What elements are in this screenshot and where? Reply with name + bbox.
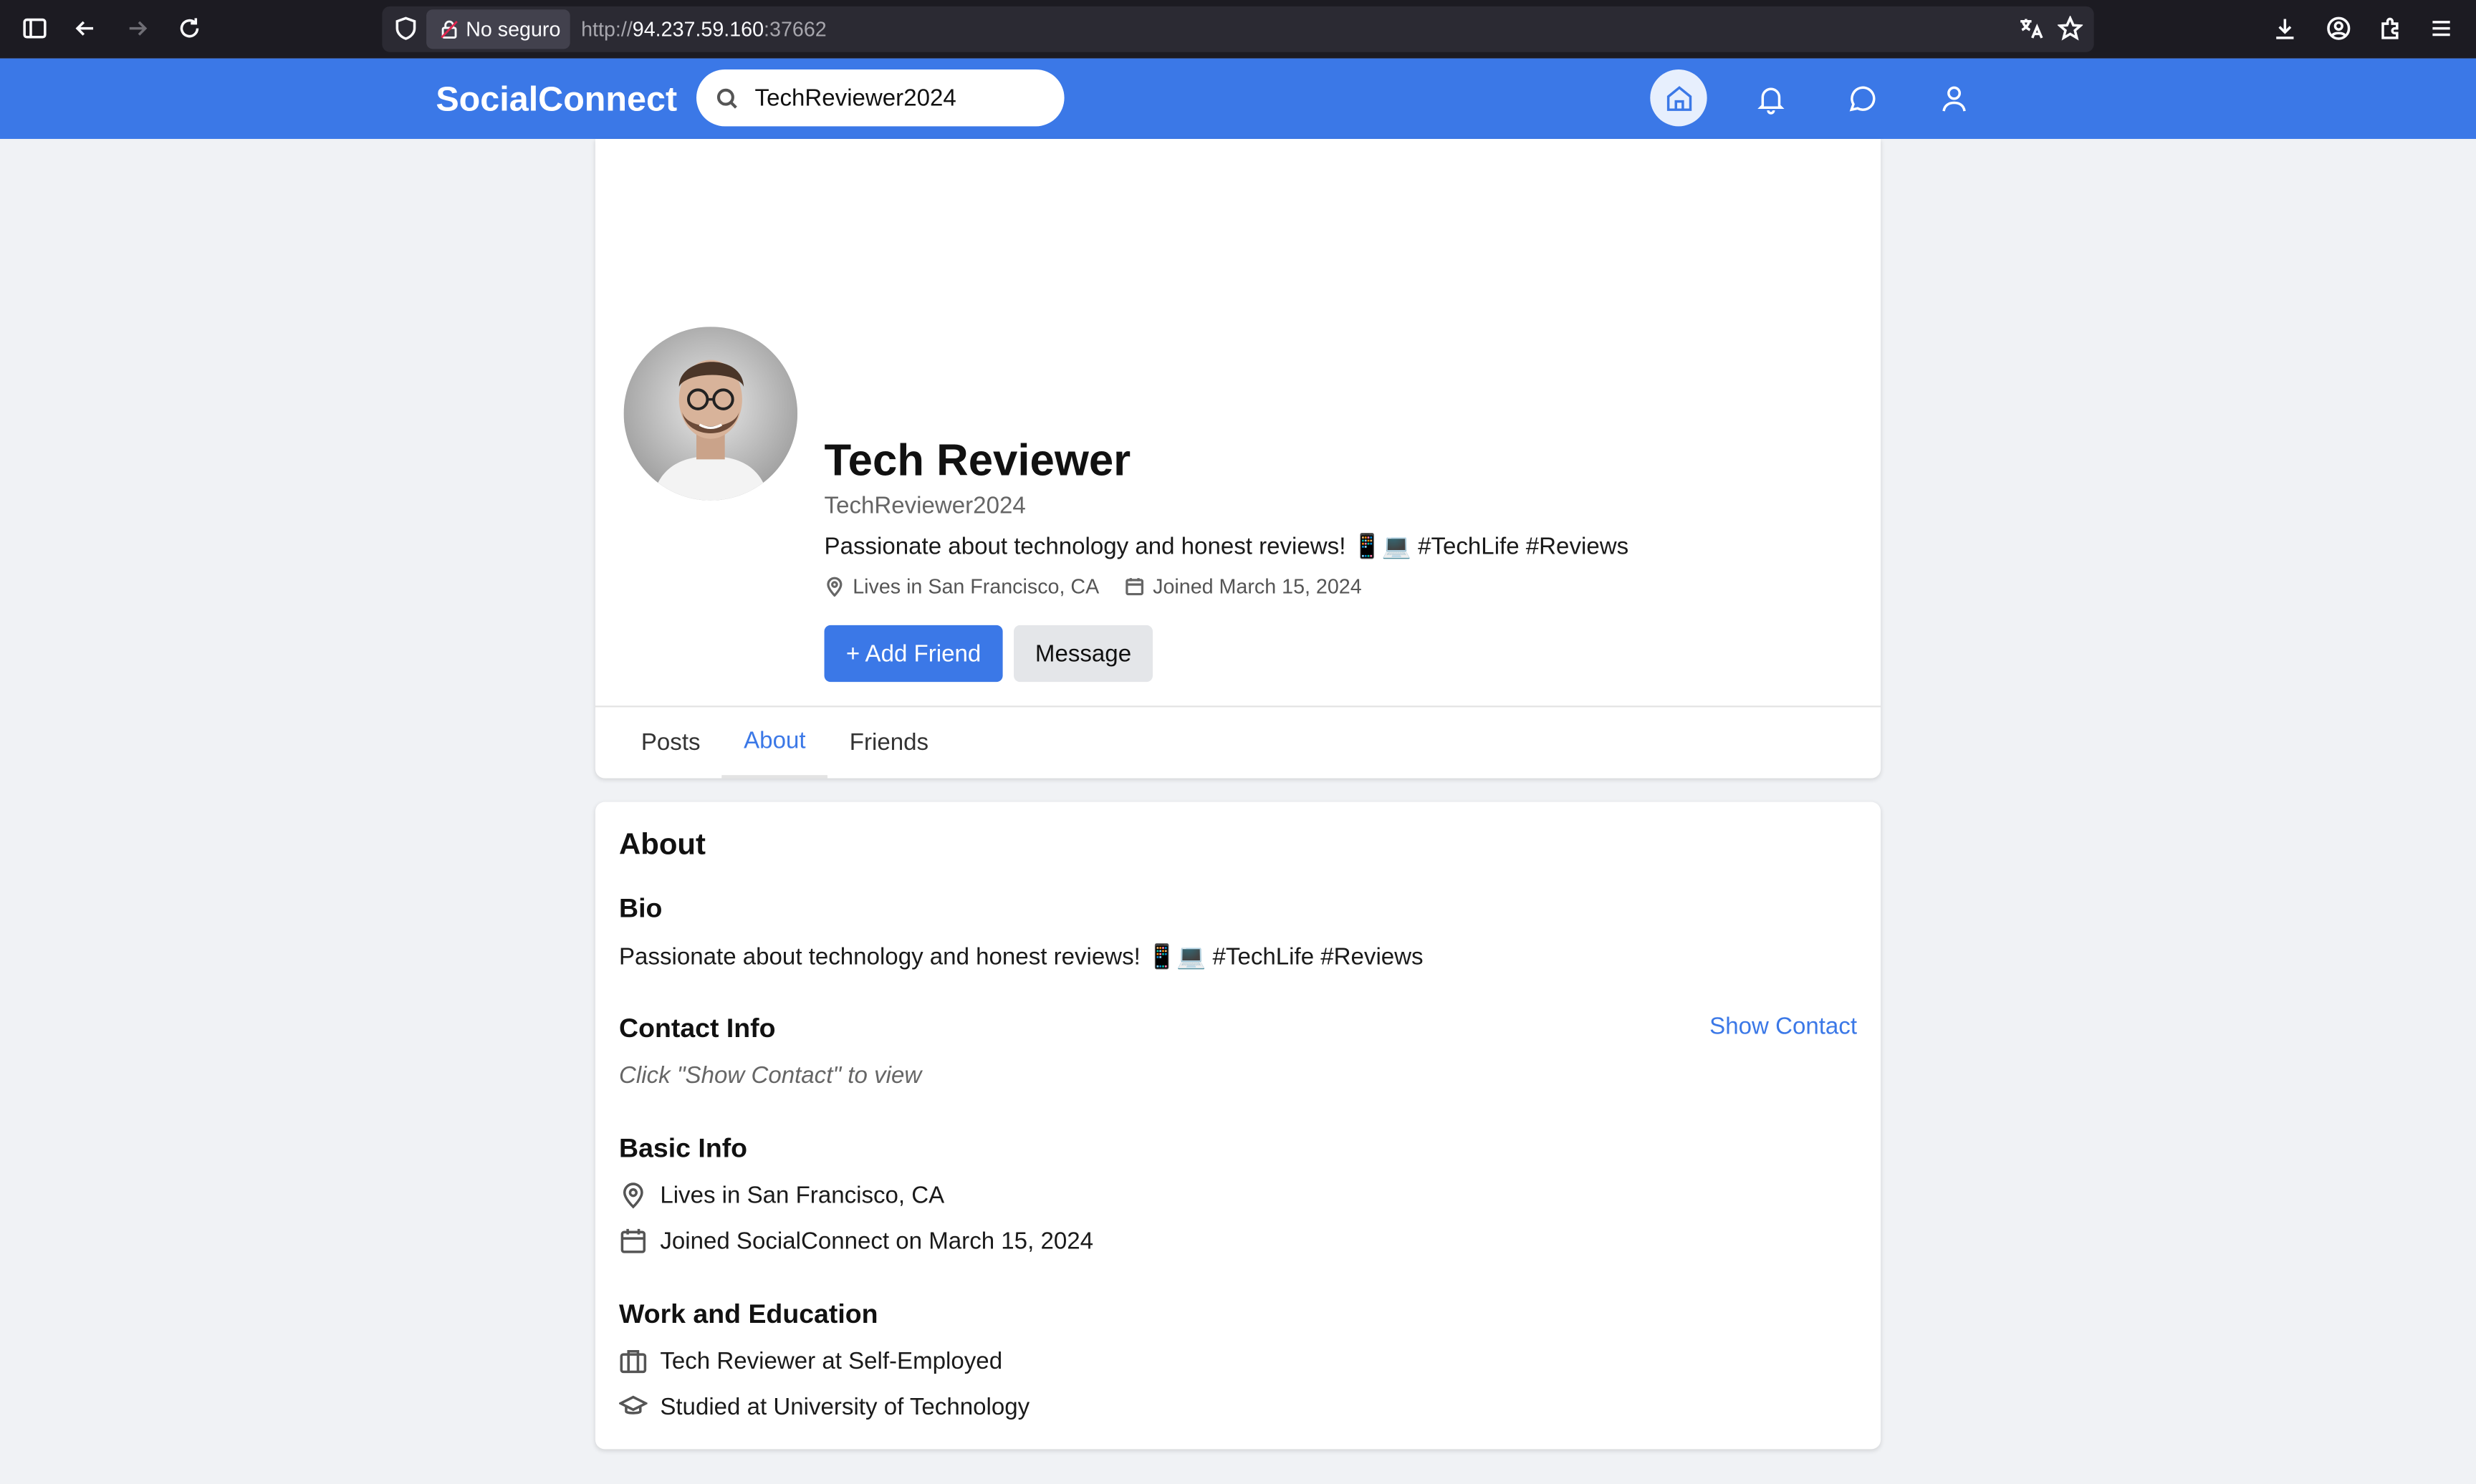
forward-icon[interactable] — [123, 14, 152, 43]
translate-icon[interactable] — [2017, 14, 2045, 43]
profile-bio: Passionate about technology and honest r… — [824, 533, 1629, 561]
avatar-photo — [623, 327, 798, 501]
calendar-icon — [1126, 578, 1144, 596]
add-friend-button[interactable]: + Add Friend — [824, 625, 1003, 683]
about-title: About — [619, 829, 706, 862]
profile-name: Tech Reviewer — [824, 435, 1131, 485]
bookmark-star-icon[interactable] — [2056, 14, 2085, 43]
shield-icon[interactable] — [392, 14, 421, 43]
message-button[interactable]: Message — [1014, 625, 1153, 683]
about-card: About Bio Passionate about technology an… — [595, 801, 1881, 1450]
briefcase-icon — [620, 1349, 647, 1374]
contact-heading: Contact Info — [619, 1013, 776, 1044]
education-text: Studied at University of Technology — [660, 1393, 1030, 1420]
bell-icon — [1757, 87, 1784, 114]
meta-joined-text: Joined March 15, 2024 — [1153, 574, 1362, 599]
profile-button[interactable] — [1925, 69, 1982, 126]
chat-bubble-icon — [1848, 85, 1875, 111]
app-navbar: SocialConnect — [0, 58, 2476, 139]
url-scheme: http:// — [581, 17, 633, 42]
search-box — [696, 69, 1065, 127]
url-port: :37662 — [764, 17, 827, 42]
map-pin-icon — [827, 577, 843, 597]
basic-info-heading: Basic Info — [619, 1133, 748, 1164]
basic-location-row: Lives in San Francisco, CA — [619, 1181, 944, 1210]
messages-button[interactable] — [1833, 69, 1890, 126]
meta-location: Lives in San Francisco, CA — [825, 574, 1100, 599]
bio-heading: Bio — [619, 893, 663, 924]
bio-text: Passionate about technology and honest r… — [619, 944, 1424, 971]
profile-header-card: Tech Reviewer TechReviewer2024 Passionat… — [595, 138, 1881, 779]
avatar[interactable] — [623, 327, 798, 501]
graduation-cap-icon — [619, 1395, 648, 1415]
notifications-button[interactable] — [1742, 69, 1798, 126]
sidebar-toggle-icon[interactable] — [21, 14, 49, 43]
security-label: No seguro — [466, 17, 561, 42]
home-icon — [1666, 85, 1692, 110]
basic-joined-text: Joined SocialConnect on March 15, 2024 — [660, 1227, 1093, 1255]
tab-friends[interactable]: Friends — [827, 707, 951, 778]
account-icon[interactable] — [2324, 14, 2353, 43]
basic-location-text: Lives in San Francisco, CA — [660, 1181, 945, 1209]
browser-toolbar: No seguro http://94.237.59.160:37662 — [0, 0, 2476, 59]
brand-logo[interactable]: SocialConnect — [436, 79, 677, 120]
contact-hint: Click "Show Contact" to view — [619, 1062, 922, 1089]
url-host: 94.237.59.160 — [632, 17, 764, 42]
meta-location-text: Lives in San Francisco, CA — [853, 574, 1100, 599]
lock-icon — [441, 20, 458, 39]
calendar-icon — [620, 1228, 646, 1253]
basic-joined-row: Joined SocialConnect on March 15, 2024 — [619, 1227, 1093, 1256]
user-icon — [1942, 85, 1965, 111]
tab-posts[interactable]: Posts — [619, 707, 722, 778]
search-input[interactable] — [754, 84, 1040, 112]
security-badge[interactable]: No seguro — [426, 9, 570, 49]
search-icon — [716, 87, 737, 108]
work-education-heading: Work and Education — [619, 1298, 878, 1329]
menu-icon[interactable] — [2427, 14, 2456, 43]
meta-joined: Joined March 15, 2024 — [1124, 574, 1362, 599]
extensions-icon[interactable] — [2376, 14, 2405, 43]
tab-about[interactable]: About — [721, 707, 828, 779]
download-icon[interactable] — [2270, 14, 2299, 43]
map-pin-icon — [623, 1182, 643, 1209]
work-text: Tech Reviewer at Self-Employed — [660, 1347, 1003, 1374]
home-button[interactable] — [1650, 69, 1707, 127]
show-contact-button[interactable]: Show Contact — [1709, 1013, 1857, 1040]
profile-handle: TechReviewer2024 — [824, 492, 1026, 520]
back-icon[interactable] — [71, 14, 100, 43]
work-row: Tech Reviewer at Self-Employed — [619, 1346, 1002, 1375]
url-text[interactable]: http://94.237.59.160:37662 — [581, 17, 827, 41]
reload-icon[interactable] — [176, 14, 204, 43]
profile-meta: Lives in San Francisco, CA Joined March … — [825, 574, 1387, 598]
education-row: Studied at University of Technology — [619, 1392, 1030, 1421]
